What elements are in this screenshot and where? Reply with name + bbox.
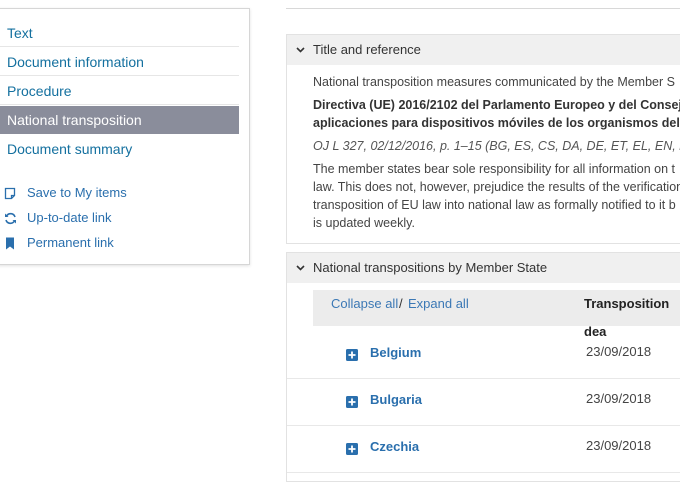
expand-plus-icon[interactable] [346, 442, 358, 455]
transposition-deadline: 23/09/2018 [586, 438, 652, 453]
content-top-divider [286, 8, 680, 9]
country-row-czechia[interactable]: Czechia 23/09/2018 [287, 425, 680, 473]
nav-item-label: Document information [7, 54, 144, 70]
chevron-down-icon [296, 265, 305, 271]
title-and-reference-header[interactable]: Title and reference [287, 35, 680, 65]
link-separator: / [399, 296, 403, 311]
disclaimer-line: transposition of EU law into national la… [313, 198, 676, 212]
country-row-bulgaria[interactable]: Bulgaria 23/09/2018 [287, 378, 680, 426]
nav-item-document-summary[interactable]: Document summary [0, 135, 239, 163]
collapse-all-link[interactable]: Collapse all [331, 290, 398, 318]
nav-item-document-information[interactable]: Document information [0, 48, 239, 76]
transposition-deadline: 23/09/2018 [586, 391, 652, 406]
national-transpositions-header[interactable]: National transpositions by Member State [287, 253, 680, 283]
transposition-deadline: 23/09/2018 [586, 344, 652, 359]
nav-item-label: Text [7, 25, 33, 41]
oj-reference: OJ L 327, 02/12/2016, p. 1–15 (BG, ES, C… [313, 139, 680, 153]
national-transpositions-panel: National transpositions by Member State … [286, 252, 680, 482]
nav-item-label: Procedure [7, 83, 72, 99]
disclaimer-line: is updated weekly. [313, 216, 415, 230]
panel-title: National transpositions by Member State [313, 260, 548, 275]
country-name[interactable]: Belgium [370, 345, 421, 360]
tool-label: Permanent link [27, 235, 114, 250]
refresh-icon [2, 210, 18, 226]
country-name[interactable]: Czechia [370, 439, 419, 454]
disclaimer-line: The member states bear sole responsibili… [313, 162, 675, 176]
directive-title-line: Directiva (UE) 2016/2102 del Parlamento … [313, 98, 680, 112]
save-icon [2, 185, 18, 201]
save-to-my-items-link[interactable]: Save to My items [2, 183, 127, 203]
title-and-reference-panel: Title and reference National transpositi… [286, 34, 680, 244]
chevron-down-icon [296, 47, 305, 53]
intro-text: National transposition measures communic… [313, 75, 675, 89]
permanent-link[interactable]: Permanent link [2, 233, 114, 253]
country-row-belgium[interactable]: Belgium 23/09/2018 [287, 331, 680, 379]
tool-label: Save to My items [27, 185, 127, 200]
nav-item-national-transposition[interactable]: National transposition [0, 106, 239, 134]
expand-plus-icon[interactable] [346, 395, 358, 408]
panel-title: Title and reference [313, 42, 421, 57]
expand-plus-icon[interactable] [346, 348, 358, 361]
nav-item-label: Document summary [7, 141, 133, 157]
tool-label: Up-to-date link [27, 210, 112, 225]
nav-item-procedure[interactable]: Procedure [0, 77, 239, 105]
up-to-date-link[interactable]: Up-to-date link [2, 208, 112, 228]
transpositions-table-header: Collapse all / Expand all Transposition … [313, 290, 680, 339]
sidebar: Text Document information Procedure Nati… [0, 8, 250, 265]
nav-item-label: National transposition [7, 112, 142, 128]
directive-title-line: aplicaciones para dispositivos móviles d… [313, 116, 680, 130]
disclaimer-line: law. This does not, however, prejudice t… [313, 180, 680, 194]
nav-item-text[interactable]: Text [0, 19, 239, 47]
country-name[interactable]: Bulgaria [370, 392, 422, 407]
expand-all-link[interactable]: Expand all [408, 290, 469, 318]
bookmark-icon [2, 235, 18, 251]
